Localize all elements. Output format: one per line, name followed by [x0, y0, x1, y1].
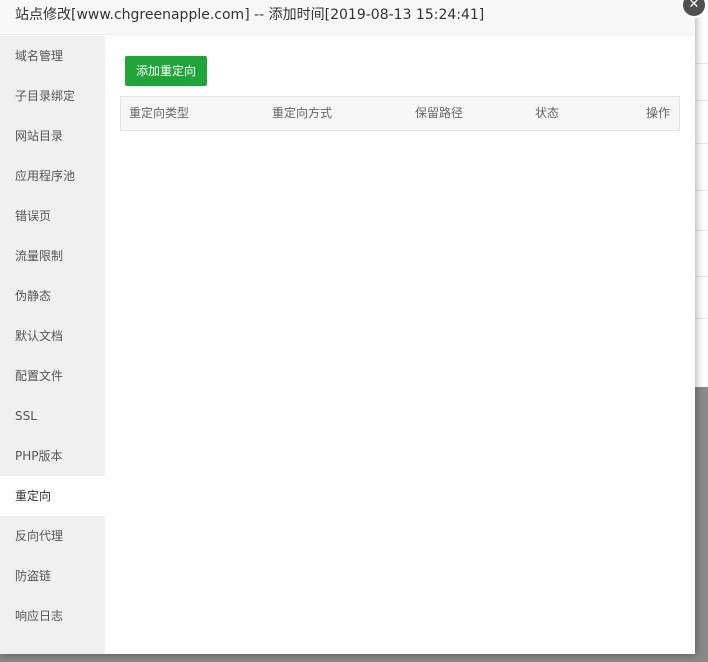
column-header-actions[interactable]: 操作: [646, 97, 670, 130]
redirect-table: 重定向类型 重定向方式 保留路径 状态 操作: [120, 96, 680, 131]
sidebar-item-domain-management[interactable]: 域名管理: [0, 36, 105, 76]
column-header-redirect-method[interactable]: 重定向方式: [272, 97, 332, 130]
sidebar-item-rewrite[interactable]: 伪静态: [0, 276, 105, 316]
redirect-panel: 添加重定向 重定向类型 重定向方式 保留路径 状态 操作: [105, 36, 695, 654]
dialog-title: 站点修改[www.chgreenapple.com] -- 添加时间[2019-…: [0, 0, 695, 35]
sidebar-item-php-version[interactable]: PHP版本: [0, 436, 105, 476]
column-header-keep-path[interactable]: 保留路径: [415, 97, 463, 130]
add-redirect-button[interactable]: 添加重定向: [125, 56, 207, 86]
sidebar-item-subdirectory-binding[interactable]: 子目录绑定: [0, 76, 105, 116]
column-header-status[interactable]: 状态: [535, 97, 559, 130]
sidebar-item-response-log[interactable]: 响应日志: [0, 596, 105, 636]
site-edit-dialog: 站点修改[www.chgreenapple.com] -- 添加时间[2019-…: [0, 0, 695, 654]
sidebar-item-traffic-limit[interactable]: 流量限制: [0, 236, 105, 276]
column-header-redirect-type[interactable]: 重定向类型: [129, 97, 189, 130]
sidebar-item-ssl[interactable]: SSL: [0, 396, 105, 436]
sidebar-item-error-page[interactable]: 错误页: [0, 196, 105, 236]
sidebar-nav: 域名管理 子目录绑定 网站目录 应用程序池 错误页 流量限制 伪静态 默认文档 …: [0, 36, 105, 654]
sidebar-item-hotlink-protection[interactable]: 防盗链: [0, 556, 105, 596]
sidebar-item-reverse-proxy[interactable]: 反向代理: [0, 516, 105, 556]
sidebar-item-config-file[interactable]: 配置文件: [0, 356, 105, 396]
sidebar-item-redirect[interactable]: 重定向: [0, 476, 105, 516]
sidebar-item-site-directory[interactable]: 网站目录: [0, 116, 105, 156]
sidebar-item-default-document[interactable]: 默认文档: [0, 316, 105, 356]
sidebar-item-app-pool[interactable]: 应用程序池: [0, 156, 105, 196]
